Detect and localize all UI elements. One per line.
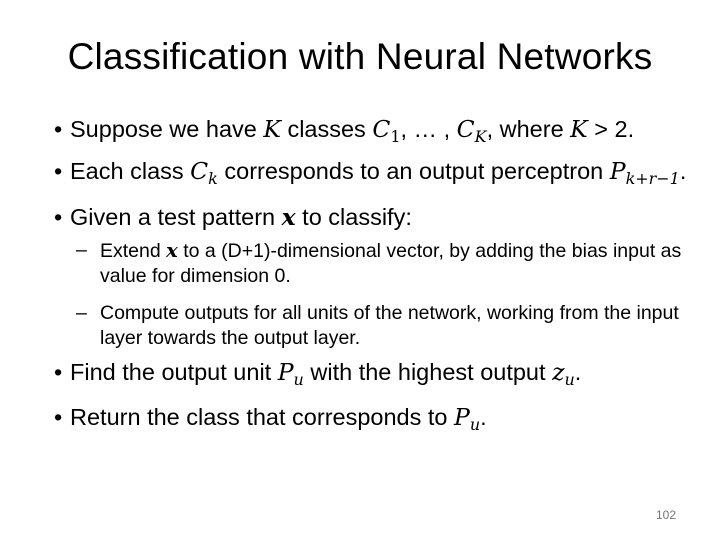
text: to classify: — [295, 203, 412, 230]
bullet: Find the output unit Pu with the highest… — [54, 355, 694, 397]
text: , where — [486, 116, 571, 142]
math-subscript: u — [564, 369, 575, 389]
text: Find the output unit — [70, 358, 278, 385]
text: Each class — [70, 157, 191, 184]
math: P — [277, 357, 294, 386]
text: to a (D+1)-dimensional vector, by adding… — [100, 239, 682, 287]
text: Return the class that corresponds to — [70, 404, 455, 431]
bullet: Each class Ck corresponds to an output p… — [54, 154, 694, 196]
math: C — [372, 115, 391, 143]
bullet: Suppose we have K classes C1, … , CK, wh… — [54, 112, 694, 154]
text: classes — [280, 116, 373, 142]
text: Given a test pattern — [70, 203, 282, 230]
slide-title: Classification with Neural Networks — [67, 36, 653, 77]
math-subscript: k — [208, 168, 218, 188]
text: , … , — [400, 116, 457, 142]
math: C — [190, 156, 209, 185]
page-number: 102 — [655, 508, 676, 522]
math: P — [609, 156, 626, 185]
math: P — [454, 403, 470, 432]
text: . — [480, 404, 487, 431]
sub-bullet: Extend x to a (D+1)-dimensional vector, … — [54, 238, 694, 289]
math-subscript: k+r−1 — [625, 168, 680, 188]
math: z — [552, 357, 565, 386]
text: Extend — [100, 239, 167, 262]
text: with the highest output — [303, 358, 553, 385]
math-subscript: u — [293, 369, 304, 389]
bullet: Given a test pattern x to classify: — [54, 200, 694, 234]
math: x — [166, 238, 178, 262]
text: . — [574, 358, 582, 385]
text: Suppose we have — [70, 116, 264, 142]
text: corresponds to an output perceptron — [217, 157, 610, 184]
bullet: Return the class that corresponds to Pu. — [54, 400, 694, 442]
math: x — [281, 202, 296, 231]
math: K — [263, 115, 281, 143]
sub-bullet: Compute outputs for all units of the net… — [54, 301, 694, 351]
slide-content: Suppose we have K classes C1, … , CK, wh… — [54, 112, 694, 456]
text: . — [679, 157, 687, 184]
math: K — [570, 115, 588, 143]
math-subscript: u — [469, 415, 481, 435]
math-subscript: K — [474, 126, 487, 146]
text: Compute outputs for all units of the net… — [100, 301, 679, 349]
math: C — [456, 115, 475, 143]
math-subscript: 1 — [390, 126, 401, 146]
text: > 2. — [587, 116, 635, 142]
